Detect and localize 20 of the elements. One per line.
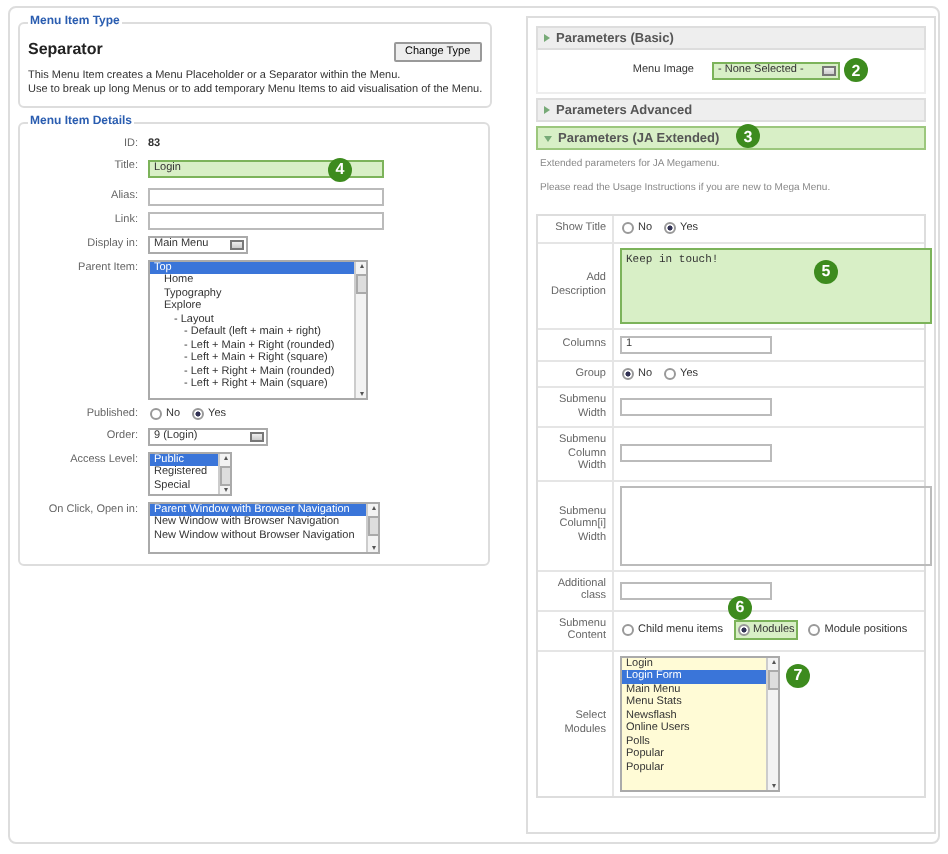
text-field[interactable]	[148, 211, 384, 229]
text-field[interactable]	[620, 444, 772, 463]
text-field[interactable]	[148, 187, 384, 205]
callout-badge: 2	[844, 58, 868, 82]
scrollbar[interactable]	[354, 261, 366, 397]
text-area[interactable]	[620, 485, 932, 565]
scrollbar[interactable]	[366, 503, 378, 551]
scrollbar[interactable]	[766, 657, 778, 789]
text-field[interactable]	[620, 581, 772, 599]
text-field[interactable]	[620, 398, 772, 416]
scrollbar[interactable]	[218, 453, 230, 493]
menu-type-heading: Separator	[28, 40, 103, 58]
callout-badge: 7	[786, 663, 810, 687]
caret-icon	[230, 239, 244, 249]
triangle-right-icon	[544, 34, 550, 42]
caret-icon	[250, 431, 264, 441]
callout-badge: 4	[328, 157, 352, 181]
caret-icon	[822, 65, 836, 75]
triangle-right-icon	[544, 106, 550, 114]
triangle-down-icon	[544, 135, 552, 141]
